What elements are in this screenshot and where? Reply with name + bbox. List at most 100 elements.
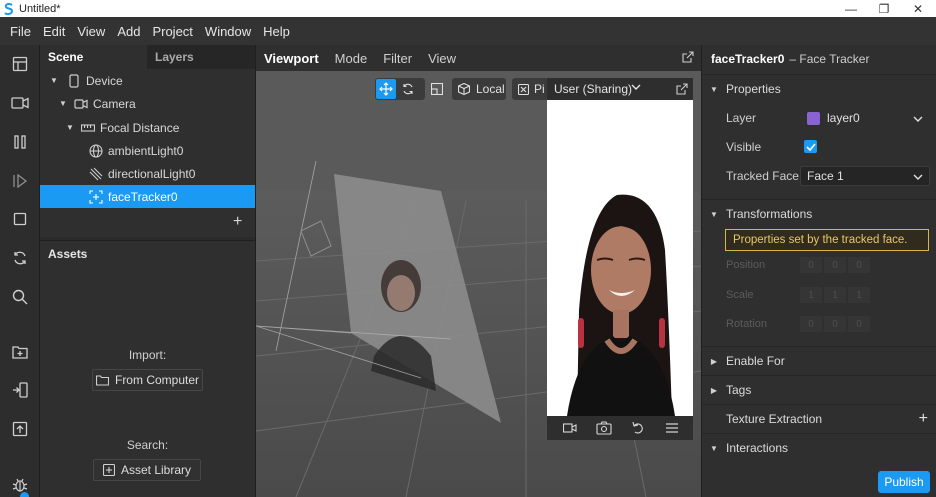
tab-mode[interactable]: Mode — [327, 51, 376, 66]
expand-caret-icon[interactable]: ▼ — [66, 123, 76, 132]
minimize-button[interactable]: — — [834, 0, 868, 17]
asset-library-button[interactable]: Asset Library — [93, 459, 201, 481]
transformations-section[interactable]: ▼ Transformations — [702, 199, 936, 228]
pivot-label: Pi — [534, 82, 545, 96]
scale-fields: 1 1 1 — [800, 287, 870, 303]
position-y: 0 — [824, 257, 846, 273]
tab-filter[interactable]: Filter — [375, 51, 420, 66]
rotation-label: Rotation — [726, 318, 767, 330]
tree-item-label: directionalLight0 — [108, 166, 196, 181]
menu-file[interactable]: File — [4, 24, 37, 39]
menu-icon[interactable] — [655, 423, 689, 433]
expand-caret-icon[interactable]: ▶ — [702, 357, 726, 366]
layout-icon[interactable] — [8, 52, 32, 76]
bug-icon[interactable] — [8, 472, 32, 497]
maximize-button[interactable]: ❐ — [867, 0, 901, 17]
expand-caret-icon[interactable]: ▶ — [702, 386, 726, 395]
tree-item-ambient-light[interactable]: ambientLight0 — [40, 139, 255, 162]
enable-for-section[interactable]: ▶ Enable For — [702, 346, 936, 375]
window-title: Untitled* — [19, 2, 61, 15]
tracked-face-notice: Properties set by the tracked face. — [725, 229, 929, 251]
tab-scene[interactable]: Scene — [40, 45, 147, 69]
interactions-section[interactable]: ▼ Interactions — [702, 433, 936, 462]
position-row: Position 0 0 0 — [726, 255, 931, 275]
close-button[interactable]: ✕ — [901, 0, 935, 17]
publish-button[interactable]: Publish — [878, 471, 930, 493]
add-object-button[interactable]: + — [233, 213, 242, 231]
enable-for-label: Enable For — [726, 354, 785, 368]
collapse-caret-icon[interactable]: ▼ — [702, 85, 726, 94]
simulator-header: User (Sharing) — [547, 78, 693, 100]
scale-y: 1 — [824, 287, 846, 303]
chevron-down-icon[interactable] — [631, 83, 641, 91]
assets-title: Assets — [48, 247, 88, 261]
tree-item-camera[interactable]: ▼ Camera — [40, 92, 255, 115]
collapse-caret-icon[interactable]: ▼ — [702, 444, 726, 453]
rotate-tool-icon[interactable] — [396, 83, 420, 95]
expand-caret-icon[interactable]: ▼ — [50, 76, 60, 85]
texture-extraction-section[interactable]: Texture Extraction + — [702, 404, 936, 433]
menu-edit[interactable]: Edit — [37, 24, 71, 39]
visible-checkbox[interactable] — [804, 140, 817, 153]
folder-icon — [95, 374, 109, 386]
simulator-preview: User (Sharing) — [547, 78, 693, 440]
search-icon[interactable] — [8, 285, 32, 309]
viewport-tabs: Viewport Mode Filter View — [256, 45, 702, 71]
play-step-icon[interactable] — [8, 169, 32, 193]
video-icon[interactable] — [553, 423, 587, 433]
tab-viewport[interactable]: Viewport — [256, 51, 327, 66]
menu-project[interactable]: Project — [146, 24, 198, 39]
app-logo-icon — [3, 2, 15, 15]
tree-item-directional-light[interactable]: directionalLight0 — [40, 162, 255, 185]
tab-layers[interactable]: Layers — [147, 45, 255, 69]
move-tool-icon[interactable] — [376, 79, 396, 99]
scale-label: Scale — [726, 289, 754, 301]
tree-item-device[interactable]: ▼ Device — [40, 69, 255, 92]
notification-dot — [20, 492, 29, 497]
tree-item-face-tracker[interactable]: faceTracker0 — [40, 185, 255, 208]
scale-tool-icon[interactable] — [427, 78, 447, 100]
switch-camera-icon[interactable] — [587, 421, 621, 435]
person-image — [547, 100, 693, 416]
camera-icon — [73, 96, 89, 112]
tree-item-label: faceTracker0 — [108, 189, 178, 204]
tab-view[interactable]: View — [420, 51, 464, 66]
from-computer-button[interactable]: From Computer — [92, 369, 203, 391]
refresh-icon[interactable] — [8, 246, 32, 270]
local-toggle[interactable]: Local — [452, 78, 506, 100]
expand-caret-icon[interactable]: ▼ — [59, 99, 69, 108]
assets-panel: Assets Import: From Computer Search: Ass… — [40, 240, 255, 497]
menu-window[interactable]: Window — [199, 24, 257, 39]
rotation-x: 0 — [800, 316, 822, 332]
stop-icon[interactable] — [8, 207, 32, 231]
texture-extraction-label: Texture Extraction — [726, 412, 823, 426]
collapse-caret-icon[interactable]: ▼ — [702, 210, 726, 219]
pivot-toggle[interactable]: Pi — [512, 78, 548, 100]
tracked-face-select[interactable]: Face 1 — [800, 166, 930, 186]
properties-section[interactable]: ▼ Properties — [702, 74, 936, 103]
camera-icon[interactable] — [8, 91, 32, 115]
pause-icon[interactable] — [8, 130, 32, 154]
send-icon[interactable] — [8, 378, 32, 402]
tree-item-focal-distance[interactable]: ▼ Focal Distance — [40, 116, 255, 139]
tags-section[interactable]: ▶ Tags — [702, 375, 936, 404]
cube-icon — [458, 83, 470, 95]
import-icon[interactable] — [8, 340, 32, 364]
menu-view[interactable]: View — [71, 24, 111, 39]
left-toolbar — [0, 45, 40, 497]
restart-icon[interactable] — [621, 421, 655, 435]
scene-tabs: Scene Layers — [40, 45, 255, 69]
inspector-panel: faceTracker0 – Face Tracker ▼ Properties… — [701, 45, 936, 497]
menu-add[interactable]: Add — [111, 24, 146, 39]
add-texture-extraction-button[interactable]: + — [919, 410, 928, 428]
popout-icon[interactable] — [676, 83, 688, 95]
device-select[interactable]: User (Sharing) — [554, 82, 632, 96]
face-tracker-icon — [88, 189, 104, 205]
tracked-face-label: Tracked Face — [726, 169, 799, 183]
chevron-down-icon — [913, 112, 923, 126]
layer-select[interactable]: layer0 — [800, 108, 930, 128]
menu-help[interactable]: Help — [257, 24, 296, 39]
upload-icon[interactable] — [8, 417, 32, 441]
popout-icon[interactable] — [682, 51, 694, 63]
camera-feed — [547, 100, 693, 416]
